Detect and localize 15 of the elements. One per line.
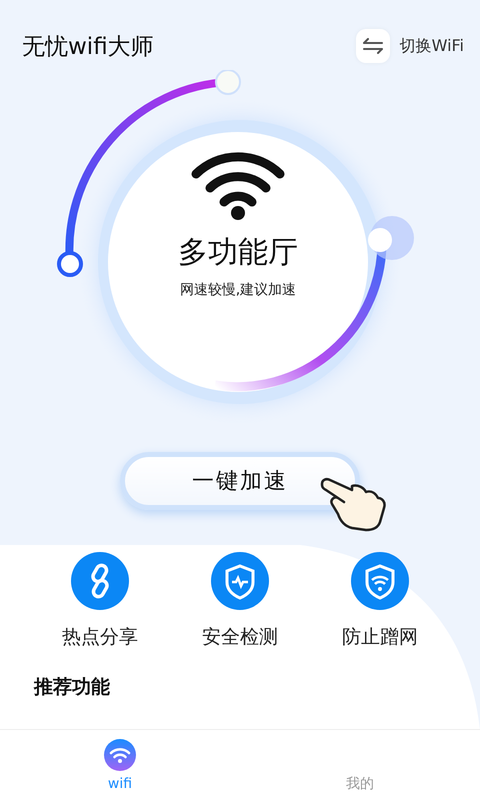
- link-icon[interactable]: [71, 552, 129, 610]
- swap-icon: [356, 29, 390, 63]
- network-name: 多功能厅: [178, 234, 298, 272]
- shield-wifi-icon[interactable]: [351, 552, 409, 610]
- app-title: 无忧wifi大师: [22, 32, 154, 62]
- boost-button[interactable]: 一键加速: [120, 452, 360, 510]
- wifi-icon: [103, 738, 137, 772]
- switch-wifi-button[interactable]: 切换WiFi: [356, 29, 464, 63]
- speed-status-text: 网速较慢,建议加速: [180, 281, 296, 299]
- feature-label[interactable]: 热点分享: [62, 624, 138, 650]
- feature-label[interactable]: 防止蹭网: [342, 624, 418, 650]
- feature-label[interactable]: 安全检测: [202, 624, 278, 650]
- wifi-icon: [190, 150, 286, 220]
- section-title: 推荐功能: [34, 675, 111, 700]
- shield-pulse-icon[interactable]: [211, 552, 269, 610]
